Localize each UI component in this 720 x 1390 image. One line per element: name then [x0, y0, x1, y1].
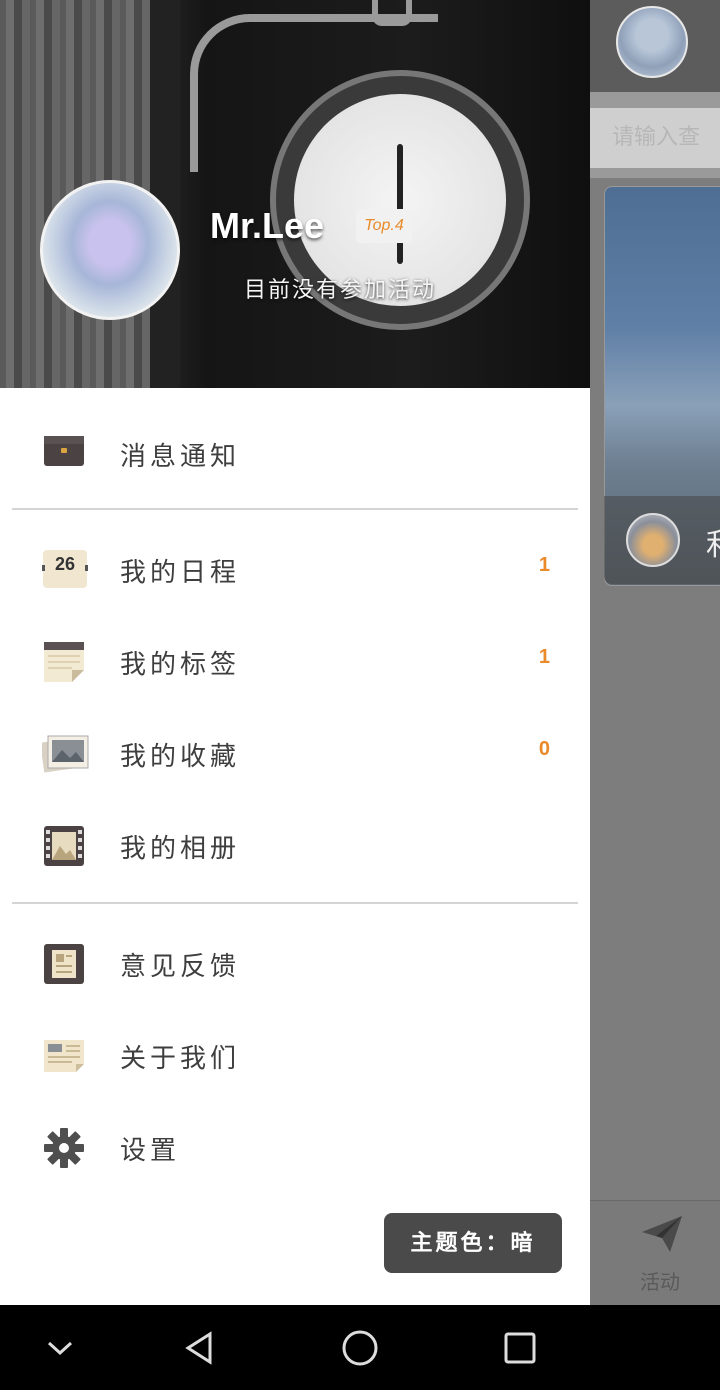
- back-button[interactable]: [160, 1305, 240, 1390]
- menu-item-tags[interactable]: 我的标签 1: [0, 640, 590, 732]
- schedule-count-badge: 1: [538, 554, 550, 576]
- theme-toggle-button[interactable]: 主题色：暗: [384, 1213, 562, 1273]
- calendar-day: 26: [54, 554, 76, 574]
- menu-label: 我的日程: [120, 558, 241, 588]
- menu-item-schedule[interactable]: 26 我的日程 1: [0, 548, 590, 640]
- menu-label: 我的标签: [120, 650, 241, 680]
- background-avatar[interactable]: [616, 6, 688, 78]
- feedback-icon: [42, 942, 86, 986]
- recents-button[interactable]: [480, 1305, 560, 1390]
- header-background-shadow: [150, 0, 180, 388]
- background-card-title: 利: [706, 520, 720, 564]
- film-icon: [42, 824, 86, 868]
- tags-count-badge: 1: [538, 646, 550, 668]
- briefcase-icon: [42, 432, 86, 476]
- system-navigation-bar: [0, 1305, 720, 1390]
- username: Mr.Lee: [210, 205, 325, 246]
- menu-item-feedback[interactable]: 意见反馈: [0, 942, 590, 1034]
- background-card-avatar: [626, 513, 680, 567]
- recents-square-icon: [504, 1332, 536, 1363]
- back-triangle-icon: [185, 1330, 212, 1365]
- menu-divider: [12, 508, 578, 510]
- rank-badge: Top.4: [356, 209, 412, 243]
- menu-label: 关于我们: [120, 1044, 241, 1074]
- chevron-down-icon: [47, 1341, 73, 1355]
- menu-item-favorites[interactable]: 我的收藏 0: [0, 732, 590, 824]
- photos-icon: [40, 732, 89, 776]
- clock-hand: [397, 144, 403, 264]
- calendar-icon: 26: [42, 548, 88, 592]
- navigation-drawer: Mr.Lee Top.4 目前没有参加活动 消息通知 26 我的日程 1 我的标…: [0, 0, 590, 1305]
- profile-header: Mr.Lee Top.4 目前没有参加活动: [0, 0, 590, 388]
- background-search-input[interactable]: 请输入查: [590, 108, 720, 168]
- collapse-button[interactable]: [20, 1305, 100, 1390]
- menu-item-settings[interactable]: 设置: [0, 1126, 590, 1218]
- menu-label: 设置: [120, 1136, 181, 1166]
- menu-label: 意见反馈: [120, 952, 241, 982]
- menu-label: 我的收藏: [120, 742, 241, 772]
- favorites-count-badge: 0: [538, 738, 550, 760]
- notepad-icon: [42, 640, 86, 684]
- menu-label: 消息通知: [120, 442, 241, 472]
- home-circle-icon: [342, 1330, 378, 1365]
- paper-plane-icon[interactable]: [640, 1212, 684, 1260]
- home-button[interactable]: [320, 1305, 400, 1390]
- menu-item-notifications[interactable]: 消息通知: [0, 432, 590, 524]
- clock-hanger-decoration: [372, 0, 412, 26]
- menu-item-about[interactable]: 关于我们: [0, 1034, 590, 1126]
- gear-icon: [42, 1126, 86, 1170]
- menu-label: 我的相册: [120, 834, 241, 864]
- menu-divider: [12, 902, 578, 904]
- user-avatar[interactable]: [40, 180, 180, 320]
- bottom-nav-activity-label[interactable]: 活动: [640, 1266, 680, 1295]
- about-icon: [42, 1034, 86, 1078]
- user-activity-status: 目前没有参加活动: [244, 278, 437, 303]
